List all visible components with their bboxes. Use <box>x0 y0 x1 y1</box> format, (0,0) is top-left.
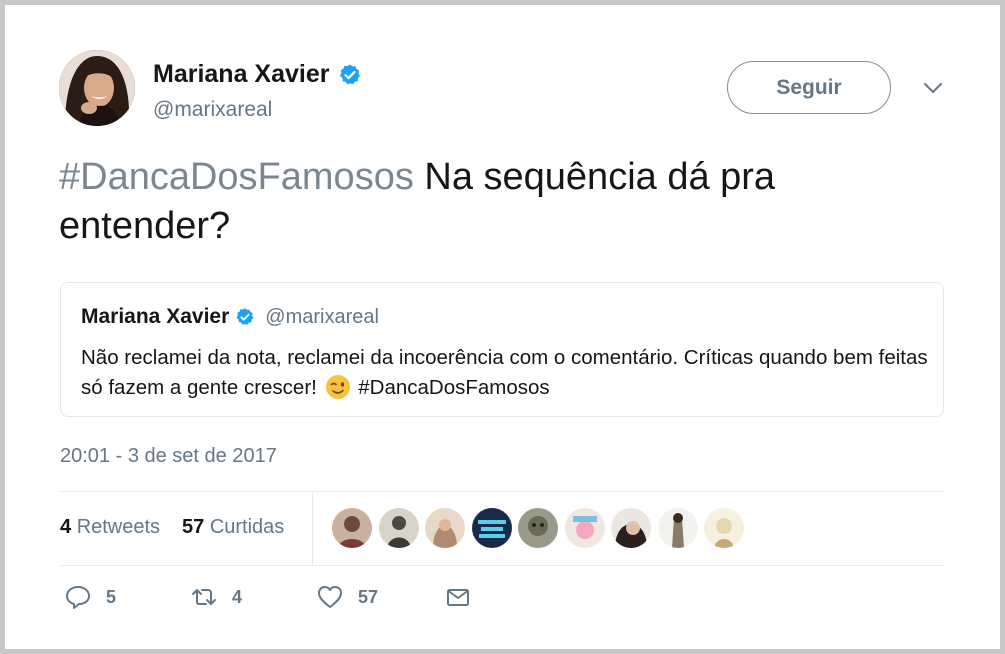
quoted-tweet-header: Mariana Xavier @marixareal <box>81 305 379 329</box>
liker-avatar[interactable] <box>332 508 372 548</box>
reply-count: 5 <box>106 586 117 607</box>
liker-avatar-1-icon <box>332 508 372 548</box>
reply-action[interactable]: 5 <box>64 583 116 611</box>
tweet-text: #DancaDosFamosos Na sequência dá pra ent… <box>59 153 939 251</box>
liker-avatar[interactable] <box>564 508 605 548</box>
likes-stat[interactable]: 57 Curtidas <box>182 516 284 539</box>
author-avatar[interactable] <box>59 50 135 126</box>
heart-icon <box>318 586 342 608</box>
liker-avatar-9-icon <box>704 508 744 548</box>
liker-avatar[interactable] <box>657 508 698 548</box>
liker-avatar-6-icon <box>564 508 605 548</box>
verified-badge-icon <box>339 64 360 84</box>
divider-bottom <box>60 565 944 566</box>
quoted-author-name: Mariana Xavier <box>81 305 230 328</box>
reply-icon <box>66 586 90 609</box>
likers-avatars <box>332 508 751 548</box>
tweet-hashtag-link[interactable]: #DancaDosFamosos <box>59 156 414 198</box>
chevron-down-icon[interactable] <box>921 78 945 98</box>
divider-top <box>60 491 944 492</box>
envelope-icon <box>447 589 469 606</box>
likes-label: Curtidas <box>209 516 285 538</box>
message-action[interactable] <box>444 583 472 611</box>
liker-avatar-2-icon <box>378 508 419 548</box>
profile-photo-icon <box>59 50 135 126</box>
liker-avatar-4-icon <box>471 508 512 548</box>
retweets-label: Retweets <box>76 516 161 538</box>
liker-avatar[interactable] <box>611 508 651 548</box>
tweet-header: Mariana Xavier @marixareal Seguir <box>59 50 959 130</box>
tweet-timestamp[interactable]: 20:01 - 3 de set de 2017 <box>60 445 277 468</box>
retweet-icon <box>192 589 216 605</box>
liker-avatar[interactable] <box>378 508 419 548</box>
tweet-embed-frame: Mariana Xavier @marixareal Seguir #Danca… <box>0 0 1005 654</box>
quoted-tweet-card[interactable]: Mariana Xavier @marixareal Não reclamei … <box>60 282 944 417</box>
author-name-row: Mariana Xavier <box>153 60 362 89</box>
liker-avatar-3-icon <box>425 508 465 548</box>
retweet-count: 4 <box>232 586 243 607</box>
retweet-action[interactable]: 4 <box>190 583 242 611</box>
tweet-actions: 5 4 57 <box>60 583 660 623</box>
author-name[interactable]: Mariana Xavier <box>153 60 330 89</box>
retweets-stat[interactable]: 4 Retweets <box>60 516 160 539</box>
liker-avatar-5-icon <box>518 508 558 548</box>
liker-avatar-8-icon <box>657 508 698 548</box>
tweet-stats: 4 Retweets 57 Curtidas <box>60 493 944 565</box>
winking-face-icon <box>325 375 350 399</box>
retweets-count: 4 <box>60 516 72 538</box>
quoted-author-handle: @marixareal <box>265 305 379 328</box>
quoted-tweet-text: Não reclamei da nota, reclamei da incoer… <box>81 343 931 403</box>
author-handle[interactable]: @marixareal <box>153 98 272 122</box>
quoted-tweet-hashtag[interactable]: #DancaDosFamosos <box>353 376 549 399</box>
stats-separator <box>312 493 313 565</box>
liker-avatar[interactable] <box>704 508 744 548</box>
liker-avatar[interactable] <box>471 508 512 548</box>
follow-button[interactable]: Seguir <box>727 61 891 114</box>
liker-avatar-7-icon <box>611 508 651 548</box>
liker-avatar[interactable] <box>518 508 558 548</box>
likes-count: 57 <box>182 516 205 538</box>
like-action[interactable]: 57 <box>316 583 378 611</box>
like-count: 57 <box>358 586 379 607</box>
liker-avatar[interactable] <box>425 508 465 548</box>
verified-badge-icon <box>236 308 254 325</box>
